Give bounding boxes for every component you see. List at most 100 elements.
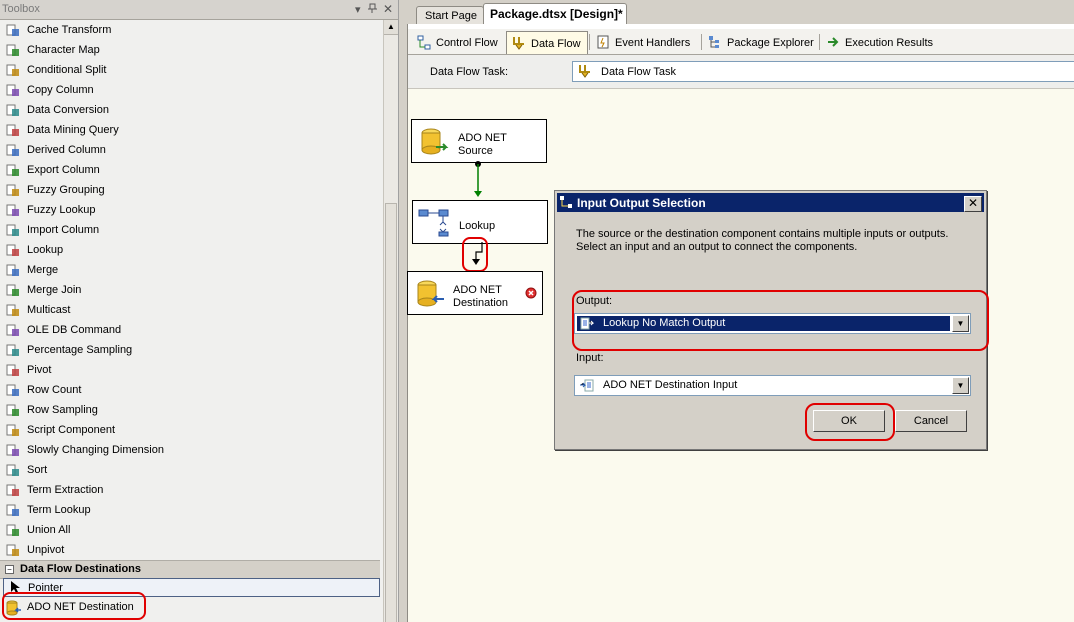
chevron-down-icon[interactable]: ▼ bbox=[952, 377, 969, 394]
error-icon bbox=[525, 287, 537, 302]
toolbox-item[interactable]: Slowly Changing Dimension bbox=[0, 440, 380, 460]
data-flow-task-label: Data Flow Task: bbox=[430, 66, 509, 78]
cache-transform-icon bbox=[6, 23, 20, 37]
data-path-source-lookup[interactable] bbox=[468, 161, 488, 201]
merge-icon bbox=[6, 263, 20, 277]
destination-label-line1: ADO NET bbox=[453, 284, 502, 296]
tab-label: Data Flow bbox=[531, 38, 581, 50]
union-all-icon bbox=[6, 523, 20, 537]
data-flow-task-select[interactable]: Data Flow Task bbox=[572, 61, 1074, 82]
toolbox-item[interactable]: Import Column bbox=[0, 220, 380, 240]
toolbox-pin-icon[interactable] bbox=[368, 3, 377, 16]
tab-event-handlers[interactable]: Event Handlers bbox=[591, 31, 701, 53]
tab-execution-results[interactable]: Execution Results bbox=[821, 31, 941, 53]
toolbox-category-data-flow-destinations[interactable]: − Data Flow Destinations bbox=[0, 560, 380, 579]
tab-start-page[interactable]: Start Page bbox=[416, 6, 484, 24]
toolbox-item[interactable]: Conditional Split bbox=[0, 60, 380, 80]
toolbox-item-label: OLE DB Command bbox=[27, 324, 122, 336]
package-explorer-icon bbox=[708, 35, 722, 49]
fuzzy-lookup-icon bbox=[6, 203, 20, 217]
toolbox-item[interactable]: Percentage Sampling bbox=[0, 340, 380, 360]
percentage-sampling-icon bbox=[6, 343, 20, 357]
row-count-icon bbox=[6, 383, 20, 397]
toolbox-item[interactable]: Row Sampling bbox=[0, 400, 380, 420]
tab-separator bbox=[589, 34, 590, 50]
toolbox-item-label: Row Count bbox=[27, 384, 82, 396]
toolbox-item-label: Percentage Sampling bbox=[27, 344, 133, 356]
tab-package-explorer[interactable]: Package Explorer bbox=[703, 31, 818, 53]
toolbox-item[interactable]: Cache Transform bbox=[0, 20, 380, 40]
toolbox-item-label: Fuzzy Grouping bbox=[27, 184, 105, 196]
toolbox-item-label: Derived Column bbox=[27, 144, 106, 156]
toolbox-item[interactable]: Merge bbox=[0, 260, 380, 280]
toolbox-item-label: Sort bbox=[27, 464, 48, 476]
execution-results-icon bbox=[826, 35, 840, 49]
toolbox-item-label: Fuzzy Lookup bbox=[27, 204, 96, 216]
toolbox-scrollbar[interactable]: ▲ bbox=[383, 20, 398, 622]
toolbox-item[interactable]: Script Component bbox=[0, 420, 380, 440]
input-icon bbox=[580, 379, 594, 392]
toolbox-item[interactable]: Export Column bbox=[0, 160, 380, 180]
toolbox-item-label: Unpivot bbox=[27, 544, 65, 556]
data-flow-task-bar: Data Flow Task: Data Flow Task bbox=[408, 55, 1074, 89]
data-flow-task-icon bbox=[578, 64, 592, 78]
toolbox-item-label: Data Conversion bbox=[27, 104, 109, 116]
toolbox-item[interactable]: Data Conversion bbox=[0, 100, 380, 120]
toolbox-item[interactable]: Unpivot bbox=[0, 540, 380, 560]
lookup-icon bbox=[417, 207, 451, 240]
toolbox-item[interactable]: Multicast bbox=[0, 300, 380, 320]
toolbox-item[interactable]: OLE DB Command bbox=[0, 320, 380, 340]
dialog-title-bar[interactable]: Input Output Selection ✕ bbox=[557, 193, 984, 212]
toolbox-item[interactable]: Union All bbox=[0, 520, 380, 540]
source-label-line1: ADO NET bbox=[458, 132, 507, 144]
ole-db-command-icon bbox=[6, 323, 20, 337]
input-value: ADO NET Destination Input bbox=[603, 379, 738, 391]
toolbox-item[interactable]: Data Mining Query bbox=[0, 120, 380, 140]
toolbox-item[interactable]: Derived Column bbox=[0, 140, 380, 160]
cancel-button[interactable]: Cancel bbox=[895, 410, 967, 432]
import-column-icon bbox=[6, 223, 20, 237]
toolbox-item-label: Import Column bbox=[27, 224, 100, 236]
term-lookup-icon bbox=[6, 503, 20, 517]
copy-column-icon bbox=[6, 83, 20, 97]
unpivot-icon bbox=[6, 543, 20, 557]
toolbox-item-label: Copy Column bbox=[27, 84, 94, 96]
component-ado-net-source[interactable]: ADO NET Source bbox=[411, 119, 547, 163]
tab-control-flow[interactable]: Control Flow bbox=[412, 31, 504, 53]
toolbox-panel: Toolbox ▾ ✕ Cache Transform Character Map… bbox=[0, 0, 399, 622]
toolbox-close-icon[interactable]: ✕ bbox=[383, 2, 393, 16]
component-ado-net-destination[interactable]: ADO NET Destination bbox=[407, 271, 543, 315]
toolbox-dropdown-icon[interactable]: ▾ bbox=[355, 3, 361, 16]
highlight-output bbox=[572, 290, 989, 351]
data-flow-icon bbox=[512, 36, 526, 50]
sort-icon bbox=[6, 463, 20, 477]
tab-separator bbox=[701, 34, 702, 50]
toolbox-item[interactable]: Merge Join bbox=[0, 280, 380, 300]
tab-data-flow[interactable]: Data Flow bbox=[506, 31, 588, 54]
input-select[interactable]: ADO NET Destination Input ▼ bbox=[574, 375, 971, 396]
toolbox-item[interactable]: Pivot bbox=[0, 360, 380, 380]
toolbox-item[interactable]: Term Extraction bbox=[0, 480, 380, 500]
collapse-icon[interactable]: − bbox=[5, 565, 14, 574]
toolbox-item[interactable]: Copy Column bbox=[0, 80, 380, 100]
scroll-up-icon[interactable]: ▲ bbox=[384, 20, 398, 35]
toolbox-item[interactable]: Character Map bbox=[0, 40, 380, 60]
toolbox-item[interactable]: Fuzzy Grouping bbox=[0, 180, 380, 200]
toolbox-item[interactable]: Sort bbox=[0, 460, 380, 480]
ado-net-destination-icon bbox=[416, 280, 446, 311]
scroll-thumb[interactable] bbox=[385, 203, 397, 622]
toolbox-item[interactable]: Fuzzy Lookup bbox=[0, 200, 380, 220]
character-map-icon bbox=[6, 43, 20, 57]
row-sampling-icon bbox=[6, 403, 20, 417]
toolbox-item[interactable]: Row Count bbox=[0, 380, 380, 400]
tab-label: Event Handlers bbox=[615, 37, 691, 49]
tab-package-design[interactable]: Package.dtsx [Design]* bbox=[483, 3, 627, 25]
dialog-description-line1: The source or the destination component … bbox=[576, 228, 949, 240]
toolbox-item[interactable]: Term Lookup bbox=[0, 500, 380, 520]
event-handlers-icon bbox=[596, 35, 610, 49]
toolbox-item-label: Data Mining Query bbox=[27, 124, 119, 136]
script-component-icon bbox=[6, 423, 20, 437]
highlight-ok-button bbox=[805, 403, 895, 441]
close-icon[interactable]: ✕ bbox=[964, 196, 982, 212]
toolbox-item[interactable]: Lookup bbox=[0, 240, 380, 260]
